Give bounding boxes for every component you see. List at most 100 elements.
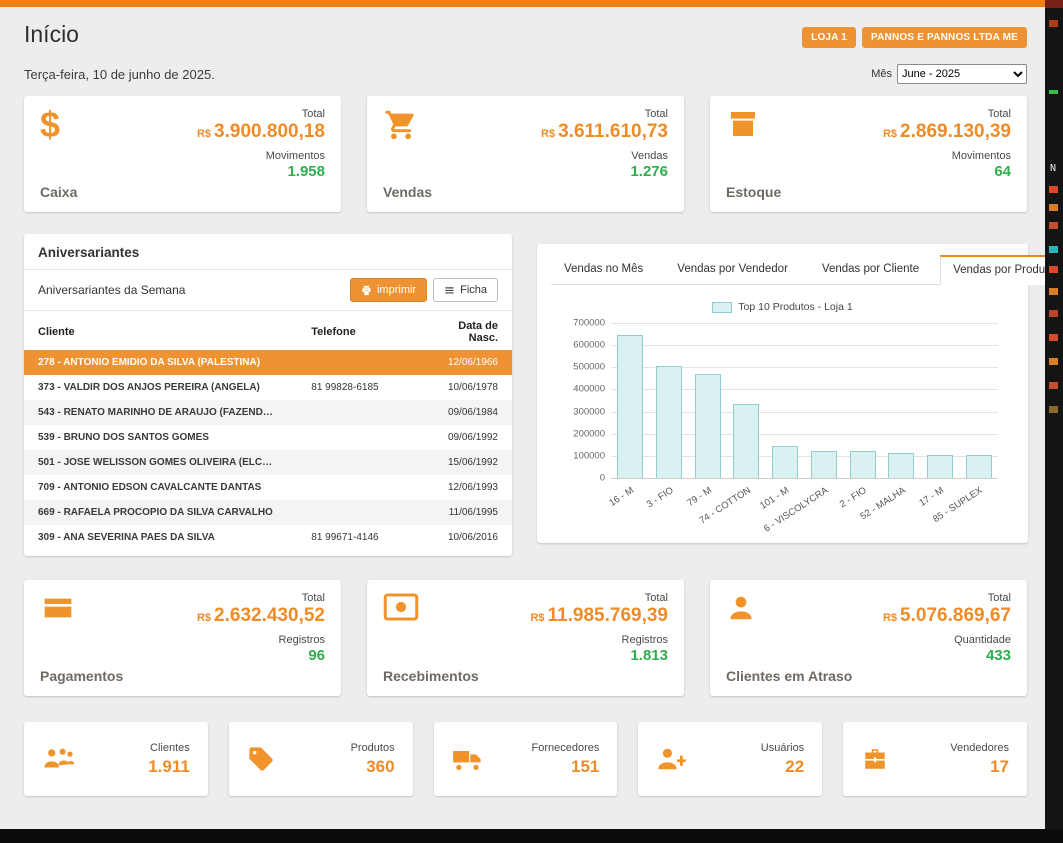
ficha-button[interactable]: Ficha: [433, 278, 498, 302]
banknote-icon: [383, 592, 419, 622]
background-window-fragment: [1049, 288, 1058, 295]
chart-bar: [888, 453, 914, 478]
chart-bar: [617, 335, 643, 478]
background-window-fragment: [1049, 222, 1058, 229]
total-label: Total: [883, 592, 1011, 604]
user-plus-icon: [656, 746, 688, 772]
background-window-fragment: [1049, 358, 1058, 365]
mini-card-usuarios[interactable]: Usuários 22: [638, 722, 822, 796]
chart-plot: 0100000200000300000400000500000600000700…: [611, 323, 998, 479]
chart-bar: [656, 366, 682, 478]
total-value: R$5.076.869,67: [883, 605, 1011, 627]
company-badge[interactable]: PANNOS E PANNOS LTDA ME: [862, 27, 1027, 48]
table-row[interactable]: 543 - RENATO MARINHO DE ARAUJO (FAZEND…0…: [24, 400, 512, 425]
y-tick-label: 600000: [547, 340, 605, 351]
store-badge[interactable]: LOJA 1: [802, 27, 856, 48]
chart-xlabels: 16 - M3 - FIO79 - M74 - COTTON101 - M6 -…: [611, 479, 998, 531]
card-pagamentos[interactable]: Pagamentos Total R$2.632.430,52 Registro…: [24, 580, 341, 696]
x-tick-label: 79 - M: [685, 485, 714, 509]
count-value: 1.276: [541, 163, 668, 180]
x-tick-label: 16 - M: [608, 485, 637, 509]
table-row[interactable]: 278 - ANTONIO EMIDIO DA SILVA (PALESTINA…: [24, 350, 512, 375]
total-label: Total: [883, 108, 1011, 120]
card-estoque[interactable]: Estoque Total R$2.869.130,39 Movimentos …: [710, 96, 1027, 212]
birthdays-panel: Aniversariantes Aniversariantes da Seman…: [24, 234, 512, 556]
x-tick-label: 3 - FIO: [644, 485, 675, 510]
col-telefone: Telefone: [297, 313, 414, 350]
top-stat-cards: $ Caixa Total R$3.900.800,18 Movimentos …: [24, 96, 1027, 212]
mini-label: Clientes: [148, 742, 190, 754]
mini-cards: Clientes 1.911 Produtos 360 Fornecedores…: [24, 722, 1027, 796]
birthdays-title: Aniversariantes: [24, 234, 512, 270]
cart-icon: [383, 108, 419, 142]
mini-card-fornecedores[interactable]: Fornecedores 151: [434, 722, 618, 796]
x-tick-label: 17 - M: [917, 485, 946, 509]
background-window-fragment: [1049, 204, 1058, 211]
card-recebimentos[interactable]: Recebimentos Total R$11.985.769,39 Regis…: [367, 580, 684, 696]
count-value: 433: [883, 647, 1011, 664]
tab-vendas-no-mes[interactable]: Vendas no Mês: [551, 255, 656, 285]
y-tick-label: 500000: [547, 362, 605, 373]
total-value: R$2.869.130,39: [883, 121, 1011, 143]
table-row[interactable]: 373 - VALDIR DOS ANJOS PEREIRA (ANGELA)8…: [24, 375, 512, 400]
background-window-fragment: [1049, 382, 1058, 389]
total-label: Total: [530, 592, 668, 604]
header-badges: LOJA 1 PANNOS E PANNOS LTDA ME: [802, 27, 1027, 48]
mini-label: Usuários: [761, 742, 804, 754]
col-cliente: Cliente: [24, 313, 297, 350]
tab-vendas-por-produto[interactable]: Vendas por Produto: [940, 255, 1045, 285]
tag-icon: [247, 745, 275, 773]
count-label: Registros: [530, 634, 668, 646]
background-window-fragment: [1049, 406, 1058, 413]
background-taskbar-strip: [0, 829, 1063, 843]
chart-bar: [733, 404, 759, 478]
mini-label: Vendedores: [950, 742, 1009, 754]
table-row[interactable]: 539 - BRUNO DOS SANTOS GOMES09/06/1992: [24, 425, 512, 450]
print-button[interactable]: imprimir: [350, 278, 427, 302]
page-title: Início: [24, 21, 79, 48]
count-value: 1.813: [530, 647, 668, 664]
legend-label: Top 10 Produtos - Loja 1: [738, 301, 852, 313]
table-row[interactable]: 709 - ANTONIO EDSON CAVALCANTE DANTAS12/…: [24, 475, 512, 500]
person-icon: [726, 592, 756, 624]
mini-value: 151: [532, 757, 600, 777]
tab-vendas-por-cliente[interactable]: Vendas por Cliente: [809, 255, 932, 285]
table-row[interactable]: 501 - JOSE WELISSON GOMES OLIVEIRA (ELC……: [24, 450, 512, 475]
card-caixa[interactable]: $ Caixa Total R$3.900.800,18 Movimentos …: [24, 96, 341, 212]
table-row[interactable]: 309 - ANA SEVERINA PAES DA SILVA81 99671…: [24, 525, 512, 550]
total-label: Total: [197, 108, 325, 120]
background-app-strip: N: [1045, 0, 1063, 843]
mini-label: Produtos: [351, 742, 395, 754]
count-value: 96: [197, 647, 325, 664]
mini-card-vendedores[interactable]: Vendedores 17: [843, 722, 1027, 796]
mini-card-produtos[interactable]: Produtos 360: [229, 722, 413, 796]
mini-value: 17: [950, 757, 1009, 777]
card-vendas[interactable]: Vendas Total R$3.611.610,73 Vendas 1.276: [367, 96, 684, 212]
x-tick-label: 101 - M: [758, 485, 791, 512]
table-row[interactable]: 669 - RAFAELA PROCOPIO DA SILVA CARVALHO…: [24, 500, 512, 525]
total-label: Total: [541, 108, 668, 120]
mini-card-clientes[interactable]: Clientes 1.911: [24, 722, 208, 796]
card-clientes-atraso[interactable]: Clientes em Atraso Total R$5.076.869,67 …: [710, 580, 1027, 696]
y-tick-label: 0: [547, 473, 605, 484]
card-recebimentos-label: Recebimentos: [383, 668, 479, 684]
gridline: [611, 323, 998, 324]
y-tick-label: 700000: [547, 318, 605, 329]
total-value: R$11.985.769,39: [530, 605, 668, 627]
chart-bar: [772, 446, 798, 478]
top-accent-bar: [0, 0, 1045, 7]
month-select[interactable]: June - 2025: [897, 64, 1027, 84]
page-header: Início LOJA 1 PANNOS E PANNOS LTDA ME: [24, 21, 1027, 48]
background-window-fragment: [1049, 186, 1058, 193]
birthdays-subtitle: Aniversariantes da Semana: [38, 283, 185, 297]
count-label: Quantidade: [883, 634, 1011, 646]
group-icon: [42, 746, 76, 772]
date-row: Terça-feira, 10 de junho de 2025. Mês Ju…: [24, 64, 1027, 84]
y-tick-label: 300000: [547, 406, 605, 417]
y-tick-label: 400000: [547, 384, 605, 395]
count-label: Movimentos: [197, 150, 325, 162]
count-label: Movimentos: [883, 150, 1011, 162]
dashboard-page: Início LOJA 1 PANNOS E PANNOS LTDA ME Te…: [0, 0, 1045, 843]
briefcase-icon: [861, 746, 889, 772]
tab-vendas-por-vendedor[interactable]: Vendas por Vendedor: [664, 255, 801, 285]
